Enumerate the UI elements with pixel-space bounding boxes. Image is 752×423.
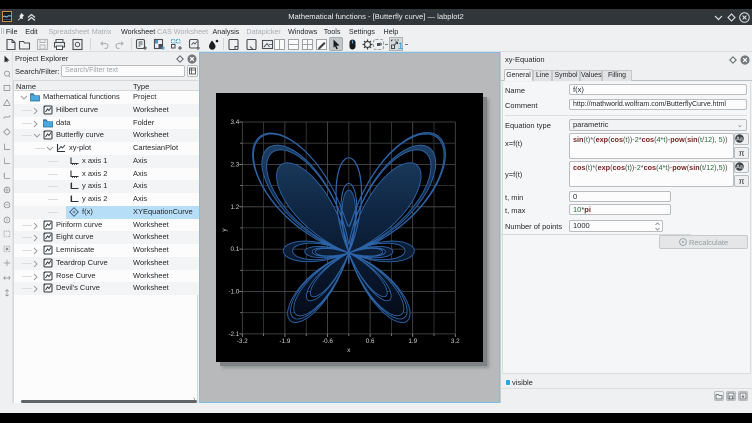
svg-text:3.2: 3.2: [451, 338, 460, 345]
svg-text:Aa: Aa: [736, 137, 744, 143]
svg-text:1: 1: [398, 41, 403, 51]
svg-text:x: x: [347, 347, 351, 354]
svg-text:-1.0: -1.0: [228, 289, 239, 296]
svg-text:0.6: 0.6: [366, 338, 375, 345]
svg-text:1.9: 1.9: [408, 338, 417, 345]
svg-text:2.3: 2.3: [231, 161, 240, 168]
svg-text:-2.1: -2.1: [228, 331, 239, 338]
svg-text:3.4: 3.4: [231, 119, 240, 126]
svg-text:0.1: 0.1: [231, 246, 240, 253]
svg-text:y: y: [221, 228, 228, 232]
svg-text:-1.9: -1.9: [279, 338, 290, 345]
svg-text:-3.2: -3.2: [237, 338, 248, 345]
svg-text:Aa: Aa: [736, 165, 744, 171]
svg-text:1.2: 1.2: [231, 204, 240, 211]
svg-text:-0.6: -0.6: [322, 338, 333, 345]
